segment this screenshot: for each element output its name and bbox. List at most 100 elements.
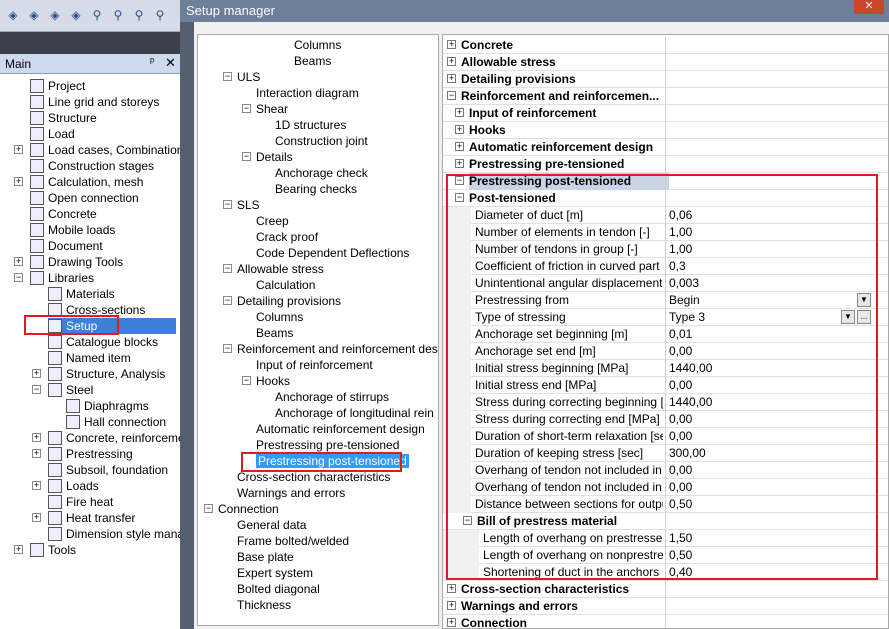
collapse-icon[interactable]: −: [223, 344, 232, 353]
collapse-icon[interactable]: −: [14, 273, 23, 282]
setup-tree-item[interactable]: Hooks: [256, 373, 290, 389]
property-category[interactable]: − Reinforcement and reinforcemen...: [443, 88, 888, 105]
expand-icon[interactable]: +: [447, 601, 456, 610]
expand-icon[interactable]: +: [32, 433, 41, 442]
expand-icon[interactable]: +: [14, 177, 23, 186]
setup-tree-item[interactable]: 1D structures: [275, 117, 346, 133]
setup-tree-item[interactable]: Input of reinforcement: [256, 357, 373, 373]
expand-icon[interactable]: +: [447, 584, 456, 593]
close-icon[interactable]: ✕: [165, 55, 176, 71]
setup-tree-item[interactable]: Columns: [294, 37, 341, 53]
setup-tree-item[interactable]: Expert system: [237, 565, 313, 581]
setup-tree-item[interactable]: Warnings and errors: [237, 485, 345, 501]
property-category[interactable]: + Prestressing pre-tensioned: [443, 156, 888, 173]
main-tree-item[interactable]: Line grid and storeys: [30, 94, 159, 110]
main-tree-item[interactable]: Materials: [48, 286, 115, 302]
main-tree-item[interactable]: Loads: [48, 478, 99, 494]
expand-icon[interactable]: +: [14, 145, 23, 154]
setup-tree-item[interactable]: Interaction diagram: [256, 85, 359, 101]
collapse-icon[interactable]: −: [242, 152, 251, 161]
main-tree-item[interactable]: Libraries: [30, 270, 94, 286]
setup-tree-item[interactable]: Anchorage of longitudinal rein: [275, 405, 434, 421]
main-tree-item[interactable]: Open connection: [30, 190, 139, 206]
axis-y-icon[interactable]: ◈: [27, 7, 41, 23]
main-tree-item[interactable]: Load cases, Combinations: [30, 142, 180, 158]
expand-icon[interactable]: +: [32, 481, 41, 490]
zoom-icon[interactable]: ⚲: [153, 7, 167, 23]
setup-tree-item[interactable]: Beams: [256, 325, 293, 341]
main-tree-item[interactable]: Fire heat: [48, 494, 113, 510]
main-tree-item[interactable]: Concrete: [30, 206, 97, 222]
expand-icon[interactable]: +: [455, 159, 464, 168]
pin-icon[interactable]: ᵖ: [150, 56, 154, 68]
setup-tree-item[interactable]: SLS: [237, 197, 260, 213]
main-tree-item[interactable]: Steel: [48, 382, 93, 398]
expand-icon[interactable]: +: [447, 618, 456, 627]
setup-tree-item[interactable]: General data: [237, 517, 306, 533]
expand-icon[interactable]: +: [32, 513, 41, 522]
main-tree-item[interactable]: Calculation, mesh: [30, 174, 143, 190]
dialog-close-button[interactable]: ✕: [854, 0, 884, 14]
main-tree-item[interactable]: Concrete, reinforcemer: [48, 430, 180, 446]
setup-tree-item[interactable]: Detailing provisions: [237, 293, 341, 309]
main-tree-item[interactable]: Structure, Analysis: [48, 366, 165, 382]
setup-tree-item[interactable]: Anchorage check: [275, 165, 368, 181]
setup-tree-item[interactable]: Frame bolted/welded: [237, 533, 349, 549]
axis-3d-icon[interactable]: ◈: [69, 7, 83, 23]
setup-tree-item[interactable]: Reinforcement and reinforcement des: [237, 341, 438, 357]
collapse-icon[interactable]: −: [242, 104, 251, 113]
main-tree-item[interactable]: Named item: [48, 350, 131, 366]
property-category[interactable]: + Hooks: [443, 122, 888, 139]
setup-tree-item[interactable]: Code Dependent Deflections: [256, 245, 409, 261]
zoom-icon[interactable]: ⚲: [132, 7, 146, 23]
main-tree-item[interactable]: Subsoil, foundation: [48, 462, 168, 478]
setup-tree-item[interactable]: Creep: [256, 213, 289, 229]
property-category[interactable]: + Detailing provisions: [443, 71, 888, 88]
main-tree-item[interactable]: Project: [30, 78, 85, 94]
main-tree-item[interactable]: Heat transfer: [48, 510, 135, 526]
property-category[interactable]: + Connection: [443, 615, 888, 628]
property-category[interactable]: + Allowable stress: [443, 54, 888, 71]
setup-tree-item[interactable]: Shear: [256, 101, 288, 117]
setup-tree-item[interactable]: ULS: [237, 69, 260, 85]
setup-tree-item[interactable]: Columns: [256, 309, 303, 325]
main-tree-item[interactable]: Load: [30, 126, 75, 142]
main-tree-item[interactable]: Construction stages: [30, 158, 154, 174]
main-tree-item[interactable]: Diaphragms: [66, 398, 149, 414]
zoom-icon[interactable]: ⚲: [111, 7, 125, 23]
expand-icon[interactable]: +: [447, 40, 456, 49]
property-category[interactable]: + Automatic reinforcement design: [443, 139, 888, 156]
collapse-icon[interactable]: −: [223, 296, 232, 305]
setup-tree-item[interactable]: Calculation: [256, 277, 315, 293]
setup-tree-item[interactable]: Allowable stress: [237, 261, 324, 277]
expand-icon[interactable]: +: [447, 74, 456, 83]
property-category[interactable]: + Warnings and errors: [443, 598, 888, 615]
expand-icon[interactable]: +: [455, 142, 464, 151]
collapse-icon[interactable]: −: [242, 376, 251, 385]
expand-icon[interactable]: +: [14, 257, 23, 266]
expand-icon[interactable]: +: [447, 57, 456, 66]
main-tree-item[interactable]: Drawing Tools: [30, 254, 123, 270]
main-tree-item[interactable]: Catalogue blocks: [48, 334, 158, 350]
property-category[interactable]: + Input of reinforcement: [443, 105, 888, 122]
collapse-icon[interactable]: −: [32, 385, 41, 394]
collapse-icon[interactable]: −: [223, 264, 232, 273]
setup-tree-item[interactable]: Beams: [294, 53, 331, 69]
setup-tree-item[interactable]: Automatic reinforcement design: [256, 421, 425, 437]
setup-tree-item[interactable]: Anchorage of stirrups: [275, 389, 389, 405]
setup-tree-item[interactable]: Crack proof: [256, 229, 318, 245]
expand-icon[interactable]: +: [32, 449, 41, 458]
zoom-icon[interactable]: ⚲: [90, 7, 104, 23]
expand-icon[interactable]: +: [32, 369, 41, 378]
axis-x-icon[interactable]: ◈: [6, 7, 20, 23]
main-tree-item[interactable]: Hall connection: [66, 414, 166, 430]
property-category[interactable]: + Cross-section characteristics: [443, 581, 888, 598]
main-tree-item[interactable]: Tools: [30, 542, 76, 558]
property-category[interactable]: + Concrete: [443, 37, 888, 54]
main-tree-item[interactable]: Mobile loads: [30, 222, 115, 238]
setup-tree-item[interactable]: Connection: [218, 501, 279, 517]
expand-icon[interactable]: +: [14, 545, 23, 554]
setup-tree-item[interactable]: Bearing checks: [275, 181, 357, 197]
collapse-icon[interactable]: −: [204, 504, 213, 513]
main-tree-item[interactable]: Dimension style manag: [48, 526, 180, 542]
